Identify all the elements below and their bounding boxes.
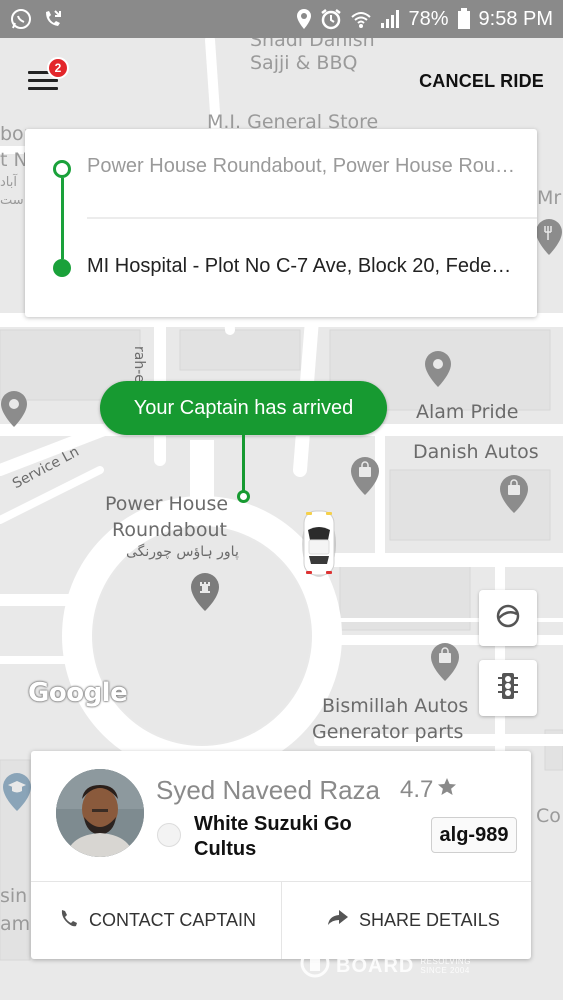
clock: 9:58 PM [478,7,553,30]
school-pin-icon[interactable] [2,772,32,817]
phone-icon [59,908,79,933]
signal-icon [380,9,400,29]
captain-avatar [56,769,144,857]
captain-rating: 4.7 [400,776,457,804]
map-label-power-house-1: Power House [105,493,229,515]
place-pin-icon[interactable] [424,350,452,393]
battery-icon [457,8,471,30]
landmark-pin-icon[interactable] [190,572,220,617]
map-label-shadi: Shadi Danish [250,38,375,51]
shopping-pin-icon[interactable] [430,642,460,687]
dropoff-address[interactable]: MI Hospital - Plot No C-7 Ave, Block 20,… [87,255,517,278]
restaurant-pin-icon[interactable] [535,218,563,261]
notification-badge: 2 [47,57,69,79]
recenter-button[interactable] [479,590,537,646]
map-label-left-urdu-1: آباد [0,175,17,190]
car-color-swatch [157,823,181,847]
shopping-pin-icon[interactable] [499,474,529,519]
pickup-marker-icon [237,490,250,503]
watermark-tagline: RESOLVING SINCE 2004 [420,957,471,975]
contact-captain-label: CONTACT CAPTAIN [89,910,257,930]
watermark: BOARD RESOLVING SINCE 2004 [300,948,471,984]
map-label-bismillah-1: Bismillah Autos [322,695,469,717]
map-label-power-house-2: Roundabout [112,519,227,541]
wifi-icon [350,8,372,30]
star-icon [437,776,457,804]
dropoff-dot-icon [53,259,71,277]
map-label-power-house-urdu: پاور ہاؤس چورنگی [126,544,239,560]
map-label-left-urdu-2: ست [0,193,24,208]
license-plate: alg-989 [431,817,517,853]
captain-name: Syed Naveed Raza [156,775,381,805]
car-model: White Suzuki Go Cultus [194,813,352,860]
divider [87,217,537,219]
google-logo: Google [28,678,128,708]
contact-captain-button[interactable]: CONTACT CAPTAIN [59,882,256,959]
place-pin-icon[interactable] [0,390,28,433]
traffic-light-icon [497,672,519,705]
cancel-ride-button[interactable]: CANCEL RIDE [419,71,544,92]
alarm-icon [320,8,342,30]
status-bar: 78% 9:58 PM [0,0,563,38]
map-label-sajji: Sajji & BBQ [250,52,358,74]
divider [281,882,282,959]
watermark-logo-icon [300,948,330,984]
whatsapp-icon [10,8,32,30]
shopping-pin-icon[interactable] [350,456,380,501]
map-label-left-bottom-2: am [0,913,31,935]
captain-card: Syed Naveed Raza 4.7 White Suzuki Go Cul… [31,751,531,959]
map-label-left-2: t N [0,149,28,171]
car-icon [300,508,338,583]
map-label-right-mr: Mr [537,187,562,209]
pickup-dot-icon [53,160,71,178]
rating-value: 4.7 [400,776,434,803]
watermark-brand: BOARD [336,954,415,977]
map-label-alam-pride: Alam Pride [416,401,519,423]
map-label-bismillah-2: Generator parts [312,721,464,743]
share-icon [327,909,349,932]
battery-percent: 78% [408,7,449,30]
pickup-address[interactable]: Power House Roundabout, Power House Roun… [87,155,517,178]
pickup-marker-stem [242,435,245,491]
location-icon [296,8,312,30]
missed-call-icon [42,8,64,30]
captain-arrived-bubble: Your Captain has arrived [100,381,387,435]
traffic-button[interactable] [479,660,537,716]
map-label-danish-autos: Danish Autos [413,441,539,463]
route-card: Power House Roundabout, Power House Roun… [25,129,537,317]
recenter-icon [495,603,521,634]
route-line [61,178,64,259]
map-label-left-bottom-1: sin [0,885,28,907]
share-details-label: SHARE DETAILS [359,910,500,930]
